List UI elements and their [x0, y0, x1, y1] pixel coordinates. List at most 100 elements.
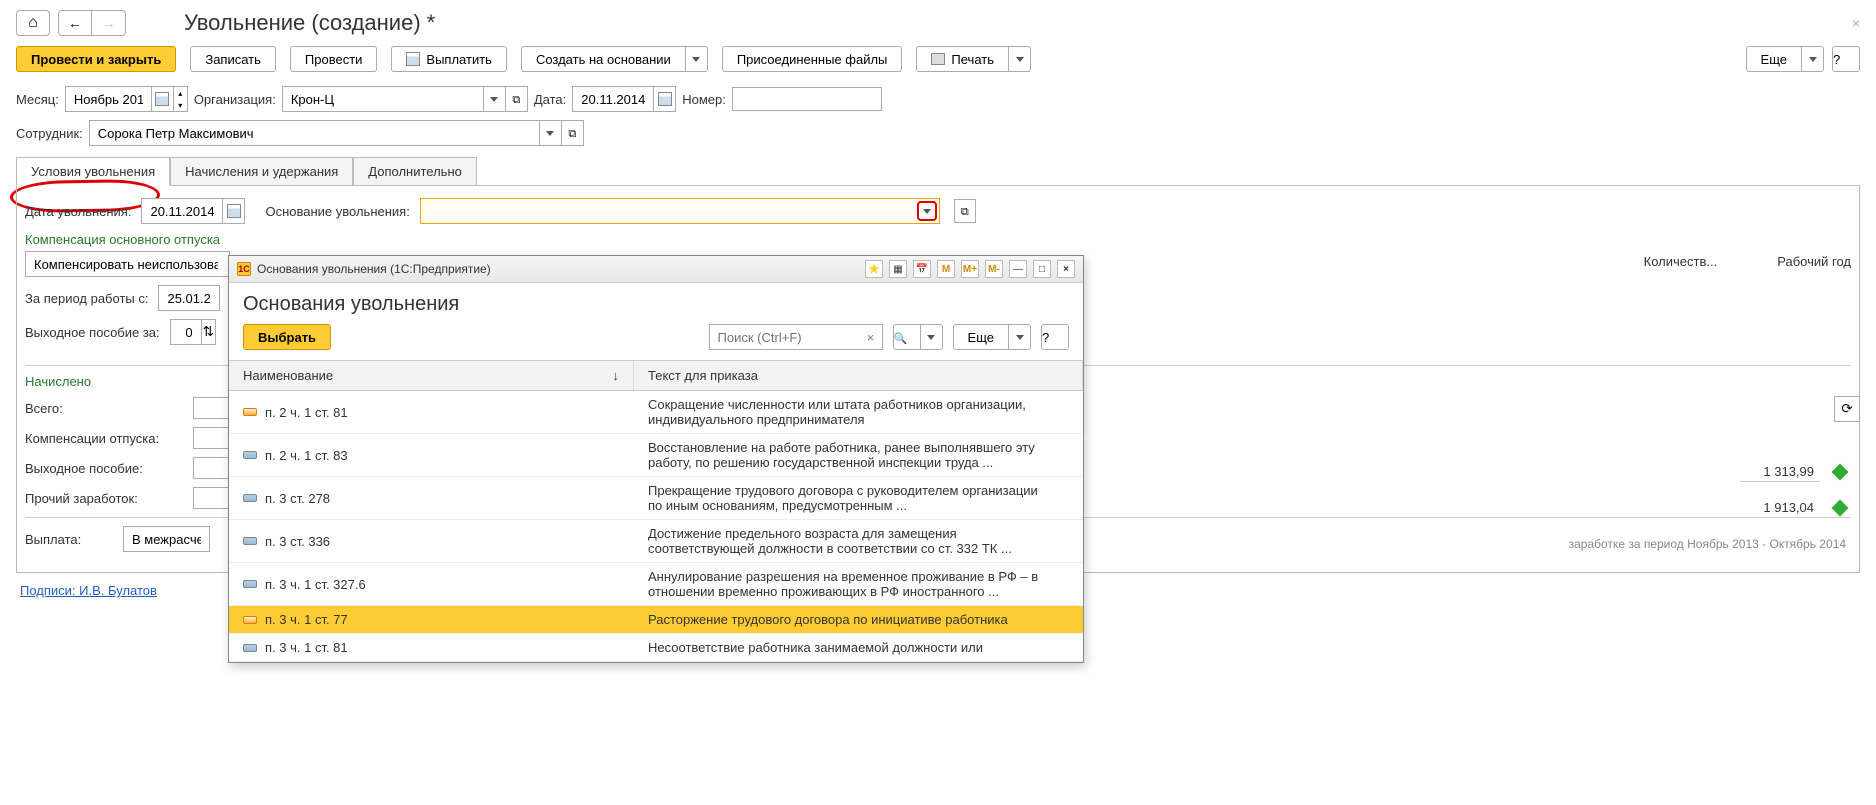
- forward-icon: [102, 15, 116, 31]
- print-dropdown[interactable]: [1009, 46, 1031, 72]
- payout-field[interactable]: [123, 526, 210, 552]
- help-button[interactable]: ?: [1832, 46, 1860, 72]
- create-based-button[interactable]: Создать на основании: [521, 46, 686, 72]
- org-input[interactable]: [283, 88, 483, 110]
- row-name: п. 3 ст. 336: [265, 534, 330, 549]
- mminus-tool[interactable]: M-: [985, 260, 1003, 278]
- maximize-tool[interactable]: □: [1033, 260, 1051, 278]
- forward-button: [92, 10, 126, 36]
- reason-field[interactable]: [420, 198, 940, 224]
- employee-input[interactable]: [90, 122, 539, 144]
- back-button[interactable]: [58, 10, 92, 36]
- row-text: Сокращение численности или штата работни…: [634, 391, 1083, 433]
- star-tool[interactable]: [865, 260, 883, 278]
- employee-open[interactable]: [561, 121, 583, 145]
- tab-accruals[interactable]: Начисления и удержания: [170, 157, 353, 186]
- popup-find-button[interactable]: [893, 324, 921, 350]
- severance-input[interactable]: [171, 321, 201, 343]
- refresh-button[interactable]: ⟳: [1834, 396, 1860, 422]
- date-input[interactable]: [573, 88, 653, 110]
- popup-col-text[interactable]: Текст для приказа: [634, 361, 1083, 390]
- mplus-tool[interactable]: M+: [961, 260, 979, 278]
- print-button[interactable]: Печать: [916, 46, 1009, 72]
- payout-label: Выплата:: [25, 532, 115, 547]
- chevron-down-icon: [923, 209, 931, 214]
- chevron-down-icon: [927, 335, 935, 340]
- severance-stepper[interactable]: ⇅: [201, 320, 215, 344]
- more-button[interactable]: Еще: [1746, 46, 1802, 72]
- employee-dropdown[interactable]: [539, 121, 561, 145]
- popup-row[interactable]: п. 3 ч. 1 ст. 81Несоответствие работника…: [229, 634, 1083, 662]
- month-input[interactable]: [66, 88, 151, 110]
- tab-conditions[interactable]: Условия увольнения: [16, 157, 170, 186]
- dismiss-date-field[interactable]: [141, 198, 245, 224]
- reason-dropdown-highlighted[interactable]: [917, 201, 937, 221]
- minimize-tool[interactable]: —: [1009, 260, 1027, 278]
- employee-label: Сотрудник:: [16, 126, 83, 141]
- tab-additional[interactable]: Дополнительно: [353, 157, 477, 186]
- row-text: Достижение предельного возраста для заме…: [634, 520, 1083, 562]
- close-button[interactable]: ×: [1852, 15, 1860, 31]
- period-label: За период работы с:: [25, 291, 148, 306]
- employee-field[interactable]: [89, 120, 584, 146]
- popup-find-dropdown[interactable]: [921, 324, 943, 350]
- popup-row[interactable]: п. 3 ст. 278Прекращение трудового догово…: [229, 477, 1083, 520]
- pay-button[interactable]: Выплатить: [391, 46, 507, 72]
- number-input[interactable]: [732, 87, 882, 111]
- month-field[interactable]: ▴▾: [65, 86, 188, 112]
- month-up[interactable]: ▴: [173, 87, 187, 99]
- calendar-icon: [155, 92, 169, 106]
- row-name: п. 2 ч. 1 ст. 83: [265, 448, 348, 463]
- period-from-input[interactable]: [159, 287, 219, 309]
- popup-close[interactable]: ×: [1057, 260, 1075, 278]
- dismiss-date-input[interactable]: [142, 200, 222, 222]
- calendar-tool[interactable]: 📅: [913, 260, 931, 278]
- popup-select-button[interactable]: Выбрать: [243, 324, 331, 350]
- popup-search[interactable]: ×: [709, 324, 883, 350]
- home-button[interactable]: [16, 10, 50, 36]
- print-label: Печать: [951, 52, 994, 67]
- org-dropdown[interactable]: [483, 87, 505, 111]
- more-dropdown[interactable]: [1802, 46, 1824, 72]
- compensation-input[interactable]: [26, 253, 226, 275]
- popup-more-button[interactable]: Еще: [953, 324, 1009, 350]
- popup-search-input[interactable]: [710, 330, 860, 345]
- popup-search-clear[interactable]: ×: [860, 330, 882, 345]
- reason-open[interactable]: [954, 199, 976, 223]
- post-and-close-button[interactable]: Провести и закрыть: [16, 46, 176, 72]
- month-picker[interactable]: [151, 87, 173, 111]
- create-based-dropdown[interactable]: [686, 46, 708, 72]
- org-field[interactable]: [282, 86, 528, 112]
- popup-row[interactable]: п. 3 ч. 1 ст. 327.6 Аннулирование разреше…: [229, 563, 1083, 606]
- popup-more-dropdown[interactable]: [1009, 324, 1031, 350]
- severance-field[interactable]: ⇅: [170, 319, 216, 345]
- compensation-type[interactable]: [25, 251, 230, 277]
- row-text: Аннулирование разрешения на временное пр…: [634, 563, 1083, 605]
- post-button[interactable]: Провести: [290, 46, 378, 72]
- popup-row[interactable]: п. 3 ч. 1 ст. 77Расторжение трудового до…: [229, 606, 1083, 634]
- row-icon: [243, 451, 257, 459]
- calc-tool[interactable]: ▦: [889, 260, 907, 278]
- popup-row[interactable]: п. 2 ч. 1 ст. 81Сокращение численности и…: [229, 391, 1083, 434]
- pencil-icon[interactable]: [1832, 500, 1849, 517]
- popup-col-name[interactable]: Наименование↓: [229, 361, 634, 390]
- date-field[interactable]: [572, 86, 676, 112]
- pencil-icon[interactable]: [1832, 464, 1849, 481]
- save-button[interactable]: Записать: [190, 46, 276, 72]
- dismiss-date-picker[interactable]: [222, 199, 244, 223]
- attached-files-button[interactable]: Присоединенные файлы: [722, 46, 903, 72]
- month-down[interactable]: ▾: [173, 99, 187, 111]
- popup-row[interactable]: п. 2 ч. 1 ст. 83Восстановление на работе…: [229, 434, 1083, 477]
- payout-input[interactable]: [124, 528, 209, 550]
- signatures-link[interactable]: Подписи: И.В. Булатов: [20, 583, 157, 598]
- m-tool[interactable]: M: [937, 260, 955, 278]
- org-open[interactable]: [505, 87, 527, 111]
- row-name: п. 3 ч. 1 ст. 327.6: [265, 577, 366, 592]
- print-icon: [931, 53, 945, 65]
- reason-input[interactable]: [421, 204, 917, 219]
- popup-row[interactable]: п. 3 ст. 336 Достижение предельного возра…: [229, 520, 1083, 563]
- search-icon: [894, 330, 908, 345]
- date-picker[interactable]: [653, 87, 675, 111]
- period-from-field[interactable]: [158, 285, 220, 311]
- popup-help-button[interactable]: ?: [1041, 324, 1069, 350]
